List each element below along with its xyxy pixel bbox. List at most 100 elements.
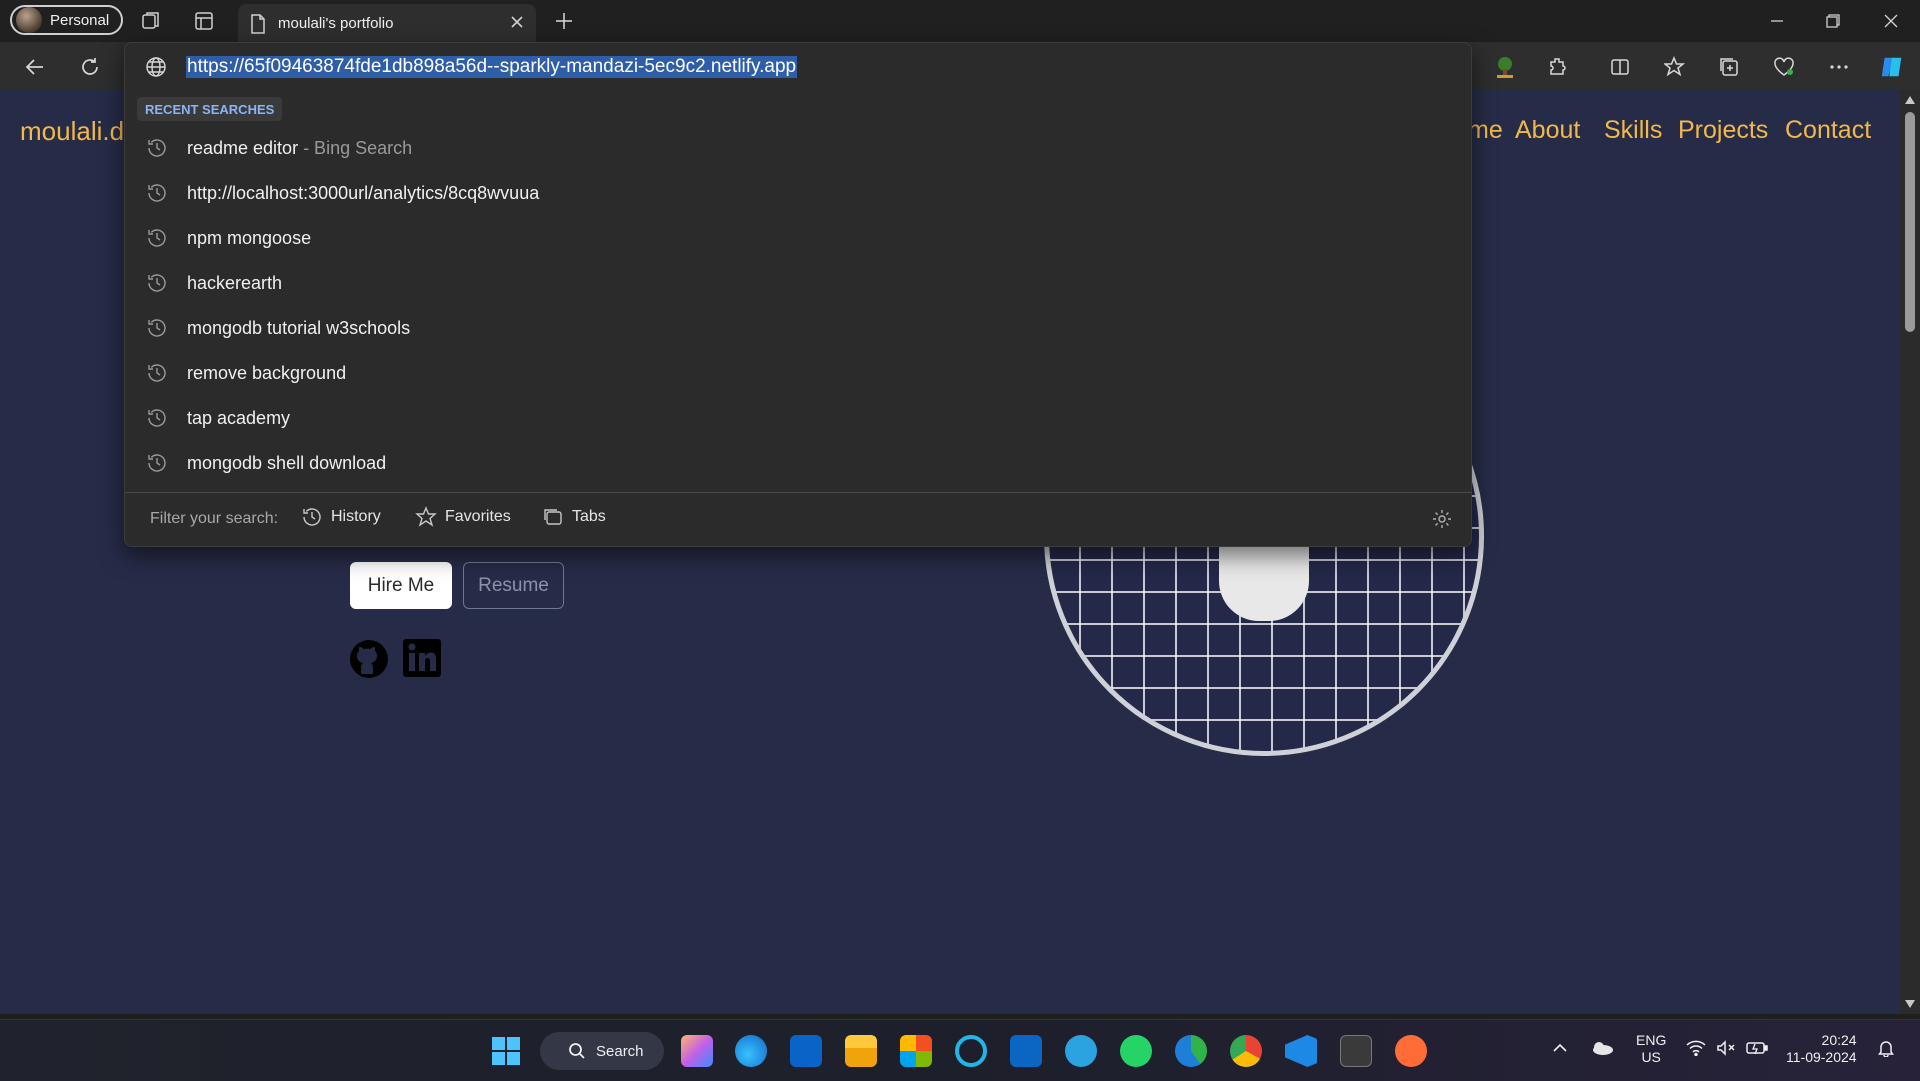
volume-muted-icon[interactable] <box>1716 1040 1736 1060</box>
cortana-icon[interactable] <box>955 1035 987 1067</box>
page-icon <box>250 14 266 39</box>
filter-bar: Filter your search: History Favorites Ta… <box>125 493 1471 546</box>
history-icon <box>146 227 168 254</box>
favorites-icon[interactable] <box>1662 54 1688 80</box>
filter-favorites-label: Favorites <box>445 508 511 525</box>
notifications-icon[interactable] <box>1877 1039 1895 1061</box>
telegram-icon[interactable] <box>1065 1035 1097 1067</box>
suggestion-item[interactable]: readme editor - Bing Search <box>125 126 1471 171</box>
suggestion-suffix: - Bing Search <box>298 138 413 158</box>
brand-logo-text[interactable]: moulali.d <box>20 116 124 147</box>
suggestion-text: remove background <box>187 363 347 383</box>
filter-tabs[interactable]: Tabs <box>542 506 606 528</box>
extensions-icon[interactable] <box>1545 54 1571 80</box>
battery-icon[interactable] <box>1746 1040 1768 1060</box>
suggestion-item[interactable]: tap academy <box>125 396 1471 441</box>
suggestion-item[interactable]: http://localhost:3000url/analytics/8cq8w… <box>125 171 1471 216</box>
profile-button[interactable]: Personal <box>10 5 124 35</box>
history-icon <box>146 362 168 389</box>
copilot-icon[interactable] <box>1879 54 1905 80</box>
language-bottom: US <box>1641 1049 1661 1065</box>
address-bar[interactable]: https://65f09463874fde1db898a56d--sparkl… <box>125 43 1471 91</box>
postman-icon[interactable] <box>1395 1035 1427 1067</box>
outlook-icon[interactable] <box>790 1035 822 1067</box>
tab-actions-icon[interactable] <box>192 9 216 33</box>
copilot-app-icon[interactable] <box>681 1035 713 1067</box>
address-url[interactable]: https://65f09463874fde1db898a56d--sparkl… <box>186 56 798 78</box>
language-indicator[interactable]: ENG US <box>1636 1032 1666 1066</box>
gear-icon[interactable] <box>1431 508 1453 535</box>
collections-icon[interactable] <box>1716 54 1742 80</box>
refresh-icon[interactable] <box>77 54 103 80</box>
filter-tabs-label: Tabs <box>572 508 606 525</box>
nav-contact[interactable]: Contact <box>1785 116 1871 145</box>
scrollbar-thumb[interactable] <box>1905 112 1915 332</box>
whatsapp-icon[interactable] <box>1120 1035 1152 1067</box>
wifi-icon[interactable] <box>1686 1040 1706 1060</box>
suggestion-text: readme editor <box>187 138 299 158</box>
github-icon[interactable] <box>348 638 390 680</box>
clock-date: 11-09-2024 <box>1786 1049 1857 1065</box>
minimize-icon[interactable] <box>1766 10 1788 32</box>
suggestion-item[interactable]: mongodb shell download <box>125 441 1471 486</box>
vscode-icon[interactable] <box>1285 1035 1317 1067</box>
browser-essentials-icon[interactable] <box>1771 54 1797 80</box>
edge-icon[interactable] <box>735 1035 767 1067</box>
linkedin-icon[interactable] <box>402 638 444 680</box>
onedrive-icon[interactable] <box>1590 1040 1614 1060</box>
suggestion-item[interactable]: mongodb tutorial w3schools <box>125 306 1471 351</box>
show-hidden-icons[interactable] <box>1552 1040 1568 1060</box>
recent-searches-label: RECENT SEARCHES <box>137 97 283 121</box>
filter-history[interactable]: History <box>301 506 381 528</box>
tab-moulali-portfolio[interactable]: moulali's portfolio <box>238 4 536 42</box>
history-icon <box>146 182 168 209</box>
taskbar-search-label: Search <box>596 1042 644 1060</box>
title-bar: Personal moulali's portfolio <box>0 0 1920 42</box>
filter-favorites[interactable]: Favorites <box>415 506 511 528</box>
profile-label: Personal <box>50 11 110 29</box>
store-icon[interactable] <box>900 1035 932 1067</box>
page-scrollbar[interactable] <box>1900 90 1920 1014</box>
file-explorer-icon[interactable] <box>845 1035 877 1067</box>
suggestion-text: hackerearth <box>187 273 283 293</box>
close-window-icon[interactable] <box>1880 10 1902 32</box>
suggestion-item[interactable]: remove background <box>125 351 1471 396</box>
history-icon <box>146 317 168 344</box>
nav-about[interactable]: About <box>1515 116 1580 145</box>
linkedin-app-icon[interactable] <box>1010 1035 1042 1067</box>
filter-label: Filter your search: <box>150 510 279 527</box>
profile-avatar <box>16 7 42 33</box>
restore-icon[interactable] <box>1822 10 1844 32</box>
suggestion-text: npm mongoose <box>187 228 312 248</box>
chrome-icon[interactable] <box>1230 1035 1262 1067</box>
tabs-icon <box>544 509 562 525</box>
globe-icon <box>145 56 167 83</box>
close-tab-icon[interactable] <box>508 13 526 36</box>
nav-home[interactable]: me <box>1468 116 1503 145</box>
suggestion-text: mongodb shell download <box>187 453 387 473</box>
more-options-icon[interactable] <box>1826 54 1852 80</box>
workspaces-icon[interactable] <box>139 9 163 33</box>
suggestion-text: mongodb tutorial w3schools <box>187 318 411 338</box>
new-tab-icon[interactable] <box>552 9 576 33</box>
resume-button[interactable]: Resume <box>463 562 564 609</box>
search-icon <box>569 1043 585 1059</box>
back-icon[interactable] <box>22 54 48 80</box>
terminal-icon[interactable] <box>1340 1035 1372 1067</box>
suggestion-item[interactable]: hackerearth <box>125 261 1471 306</box>
taskbar-search[interactable]: Search <box>540 1032 664 1070</box>
extension-tree-icon[interactable] <box>1492 54 1518 80</box>
hire-me-button[interactable]: Hire Me <box>350 562 452 609</box>
split-screen-icon[interactable] <box>1607 54 1633 80</box>
nav-skills[interactable]: Skills <box>1604 116 1662 145</box>
clock[interactable]: 20:24 11-09-2024 <box>1786 1032 1857 1066</box>
suggestion-item[interactable]: npm mongoose <box>125 216 1471 261</box>
history-icon <box>303 508 321 526</box>
taskbar: Search ENG US 20:24 11-09-2024 <box>0 1019 1920 1081</box>
nav-projects[interactable]: Projects <box>1678 116 1768 145</box>
clock-time: 20:24 <box>1821 1032 1857 1048</box>
edge-dev-icon[interactable] <box>1175 1035 1207 1067</box>
start-icon[interactable] <box>490 1035 522 1067</box>
filter-history-label: History <box>331 508 381 525</box>
suggestion-text: http://localhost:3000url/analytics/8cq8w… <box>187 183 540 203</box>
